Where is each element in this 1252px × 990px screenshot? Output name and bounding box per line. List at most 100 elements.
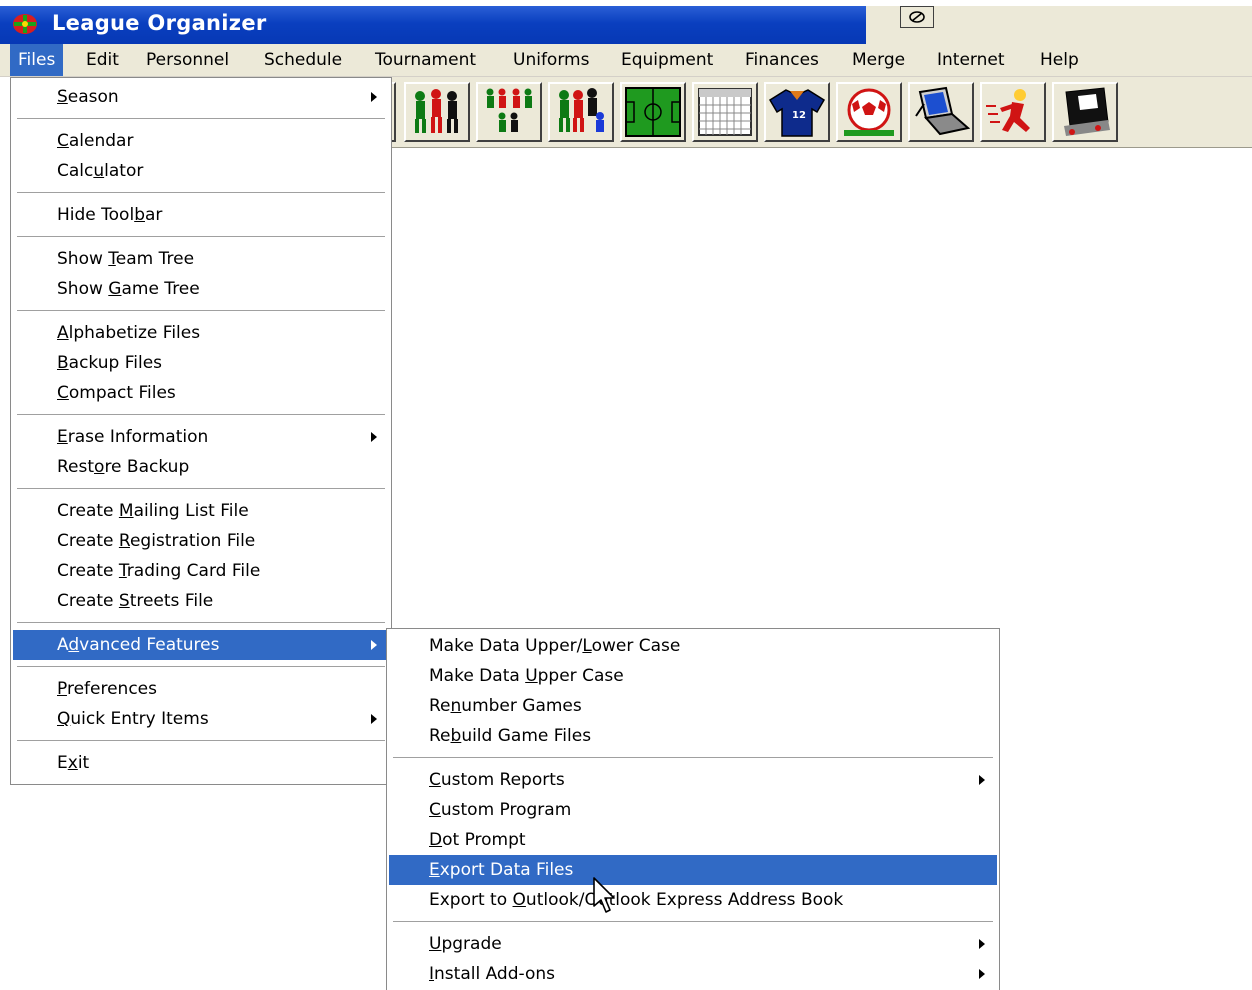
app-logo-icon [13, 14, 37, 34]
label-text: pgrade [441, 934, 502, 954]
label-text: Re [429, 696, 451, 716]
menu-item-label: Create Streets File [57, 586, 213, 616]
menu-item-preferences[interactable]: Preferences [13, 674, 389, 704]
menu-item-label: Exit [57, 748, 89, 778]
menu-item-calculator[interactable]: Calculator [13, 156, 389, 186]
menu-item-export-to-outlook-outlook-express-address-book[interactable]: Export to Outlook/Outlook Express Addres… [389, 885, 997, 915]
menu-item-create-mailing-list-file[interactable]: Create Mailing List File [13, 496, 389, 526]
menu-item-label: Dot Prompt [429, 825, 526, 855]
access-key: C [429, 800, 441, 820]
toolbar-button-teams[interactable] [476, 82, 542, 142]
menu-item-create-streets-file[interactable]: Create Streets File [13, 586, 389, 616]
menu-merge[interactable]: Merge [844, 44, 913, 76]
menu-separator [17, 118, 385, 120]
menu-item-make-data-upper-case[interactable]: Make Data Upper Case [389, 661, 997, 691]
toolbar-button-merge[interactable] [980, 82, 1046, 142]
access-key: E [429, 860, 440, 880]
label-text: umber Games [461, 696, 582, 716]
toolbar-button-calendar[interactable] [692, 82, 758, 142]
menu-item-compact-files[interactable]: Compact Files [13, 378, 389, 408]
access-key: d [68, 635, 80, 655]
menu-item-label: Show Game Tree [57, 274, 200, 304]
menu-item-advanced-features[interactable]: Advanced Features [13, 630, 389, 660]
mouse-pointer-icon [593, 877, 615, 913]
submenu-arrow-icon [371, 640, 377, 650]
toolbar-button-equipment[interactable] [836, 82, 902, 142]
menu-item-show-game-tree[interactable]: Show Game Tree [13, 274, 389, 304]
menu-item-exit[interactable]: Exit [13, 748, 389, 778]
menu-finances[interactable]: Finances [737, 44, 827, 76]
access-key: M [118, 501, 134, 521]
menu-item-show-team-tree[interactable]: Show Team Tree [13, 244, 389, 274]
toolbar-button-internet[interactable] [1052, 82, 1118, 142]
label-text: ailing List File [133, 501, 249, 521]
menu-item-label: Export to Outlook/Outlook Express Addres… [429, 885, 843, 915]
menu-personnel[interactable]: Personnel [138, 44, 237, 76]
menu-item-create-trading-card-file[interactable]: Create Trading Card File [13, 556, 389, 586]
label-text: treets File [129, 591, 214, 611]
laptop-icon [915, 86, 970, 136]
jersey-icon: 12 [768, 89, 826, 137]
menu-internet[interactable]: Internet [929, 44, 1013, 76]
label-text: references [66, 679, 157, 699]
submenu-arrow-icon [979, 969, 985, 979]
submenu-arrow-icon [979, 939, 985, 949]
title-bar-button[interactable] [900, 6, 934, 28]
toolbar-button-coaches[interactable] [548, 82, 614, 142]
menu-uniforms[interactable]: Uniforms [505, 44, 597, 76]
toolbar-button-field[interactable] [620, 82, 686, 142]
menu-item-calendar[interactable]: Calendar [13, 126, 389, 156]
menu-item-backup-files[interactable]: Backup Files [13, 348, 389, 378]
menu-item-label: Calculator [57, 156, 143, 186]
menu-edit[interactable]: Edit [78, 44, 127, 76]
menu-item-season[interactable]: Season [13, 82, 389, 112]
access-key: S [118, 591, 130, 611]
menu-item-restore-backup[interactable]: Restore Backup [13, 452, 389, 482]
coaches-icon [559, 88, 604, 132]
menu-item-rebuild-game-files[interactable]: Rebuild Game Files [389, 721, 997, 751]
menu-schedule[interactable]: Schedule [256, 44, 350, 76]
menu-separator [393, 921, 993, 923]
label-text: ustom Reports [440, 770, 565, 790]
toolbar-button-finances[interactable] [908, 82, 974, 142]
menu-item-label: Hide Toolbar [57, 200, 162, 230]
label-text: Create [57, 501, 119, 521]
menu-item-label: Custom Reports [429, 765, 565, 795]
menu-item-quick-entry-items[interactable]: Quick Entry Items [13, 704, 389, 734]
menu-item-install-add-ons[interactable]: Install Add-ons [389, 959, 997, 989]
label-text: alendar [68, 131, 134, 151]
menu-item-upgrade[interactable]: Upgrade [389, 929, 997, 959]
files-menu: Season Calendar Calculator Hide Toolbar Show… [10, 77, 392, 785]
menu-item-label: Create Registration File [57, 526, 255, 556]
menu-help[interactable]: Help [1032, 44, 1087, 76]
label-text: Calc [57, 161, 94, 181]
toolbar-button-players[interactable] [404, 82, 470, 142]
access-key: D [429, 830, 443, 850]
menu-item-alphabetize-files[interactable]: Alphabetize Files [13, 318, 389, 348]
menu-item-custom-program[interactable]: Custom Program [389, 795, 997, 825]
submenu-arrow-icon [371, 92, 377, 102]
label-text: eason [67, 87, 119, 107]
link-icon [909, 11, 925, 23]
toolbar-button-uniforms[interactable]: 12 [764, 82, 830, 142]
menu-item-custom-reports[interactable]: Custom Reports [389, 765, 997, 795]
menu-item-label: Quick Entry Items [57, 704, 209, 734]
menu-equipment[interactable]: Equipment [613, 44, 721, 76]
access-key: o [94, 457, 105, 477]
menu-files[interactable]: Files [10, 44, 64, 76]
menu-item-create-registration-file[interactable]: Create Registration File [13, 526, 389, 556]
label-text: ame Tree [121, 279, 200, 299]
access-key: C [57, 131, 69, 151]
menu-item-dot-prompt[interactable]: Dot Prompt [389, 825, 997, 855]
menu-separator [17, 236, 385, 238]
menu-item-renumber-games[interactable]: Renumber Games [389, 691, 997, 721]
menu-item-hide-toolbar[interactable]: Hide Toolbar [13, 200, 389, 230]
label-text: utlook/Outlook Express Address Book [525, 890, 844, 910]
menu-tournament[interactable]: Tournament [367, 44, 484, 76]
menu-item-erase-information[interactable]: Erase Information [13, 422, 389, 452]
menu-item-label: Backup Files [57, 348, 162, 378]
menu-item-label: Rebuild Game Files [429, 721, 591, 751]
label-text: Re [429, 726, 451, 746]
menu-item-make-data-upper-lower-case[interactable]: Make Data Upper/Lower Case [389, 631, 997, 661]
menu-item-export-data-files[interactable]: Export Data Files [389, 855, 997, 885]
